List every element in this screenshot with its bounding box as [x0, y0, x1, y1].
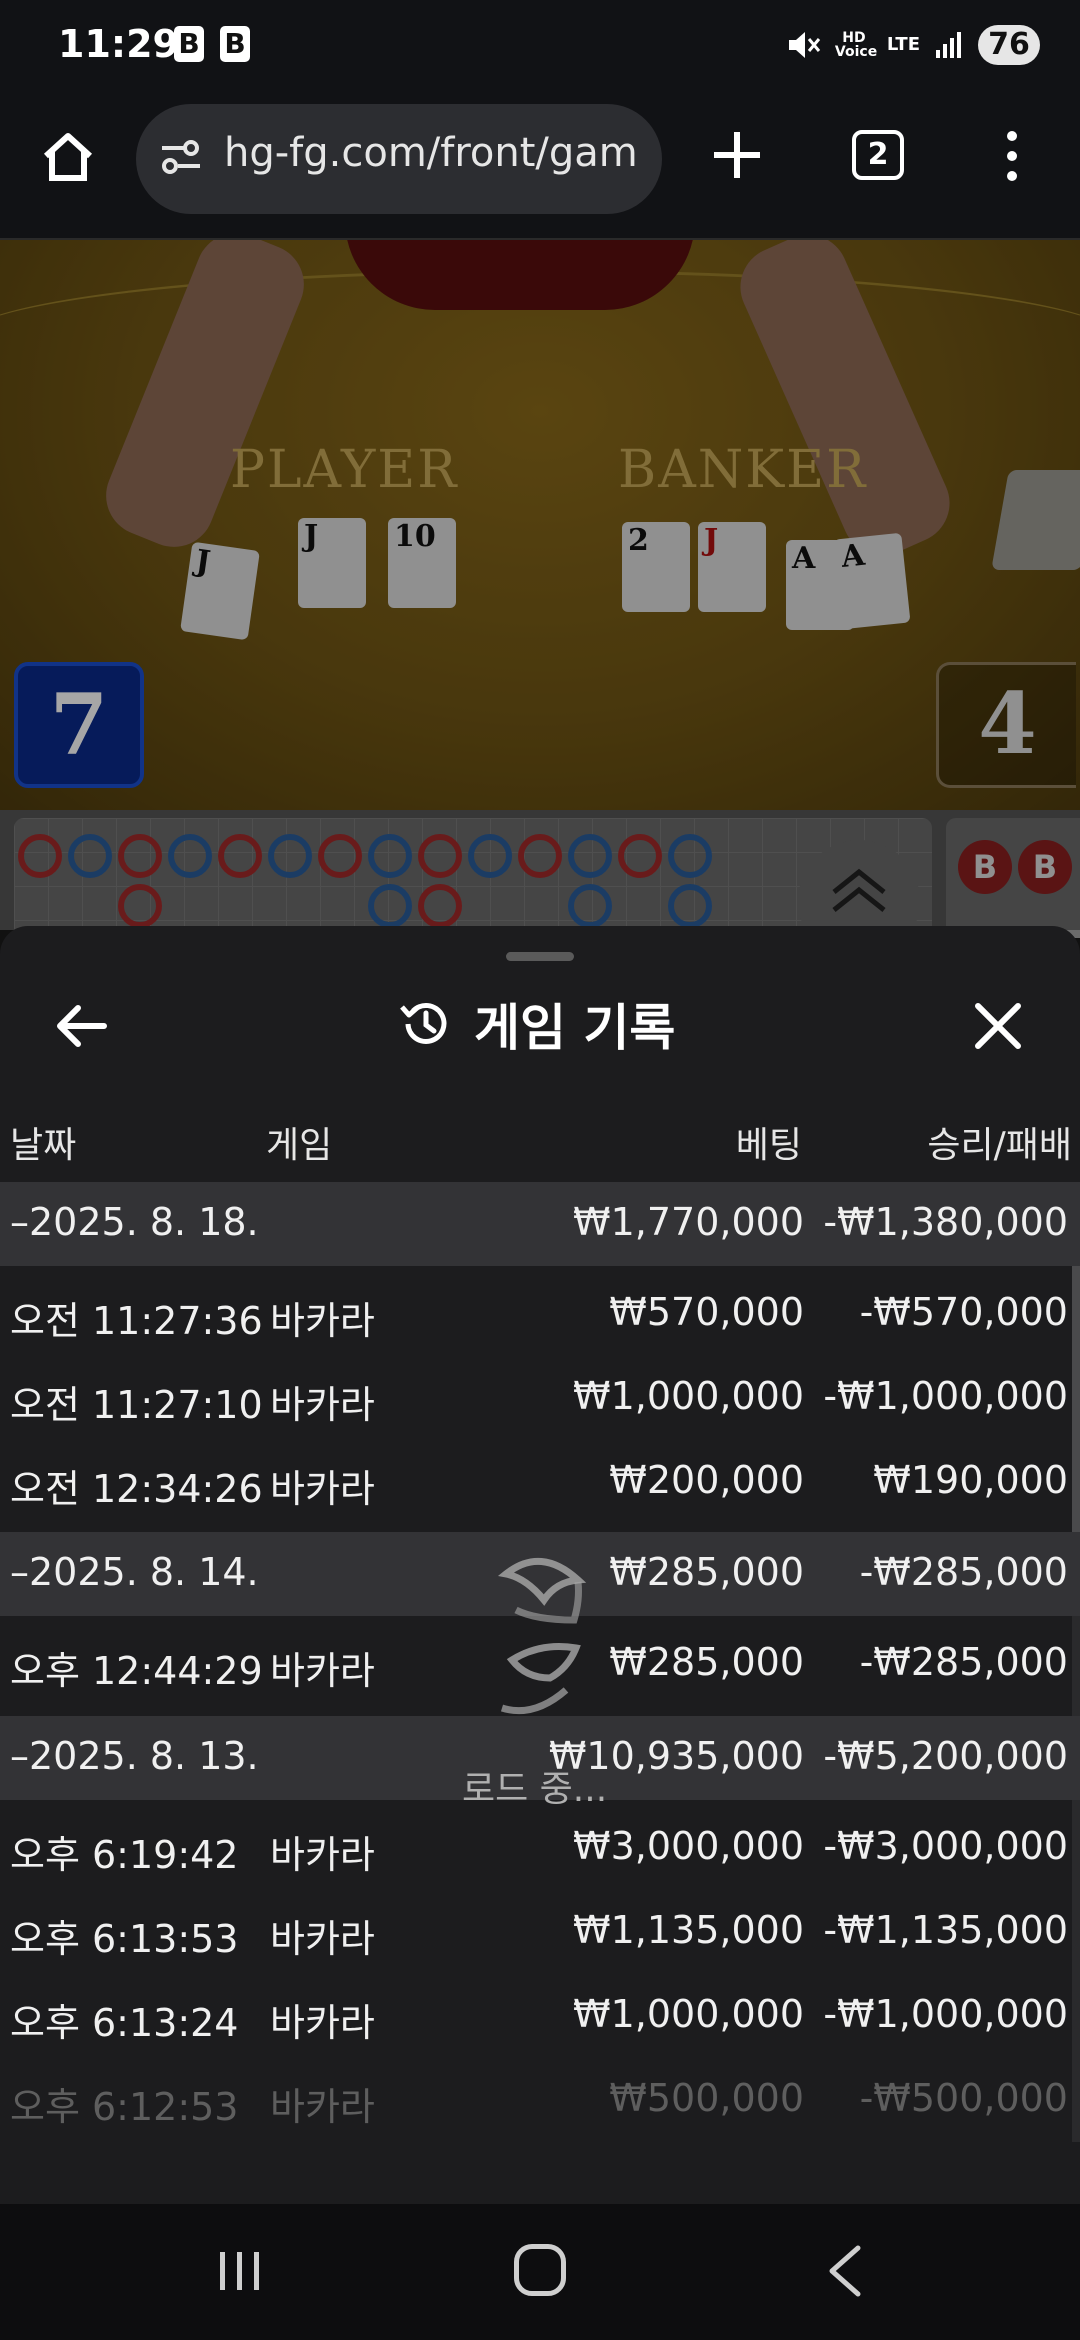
row-game: 바카라 — [270, 2085, 375, 2129]
row-result: -₩3,000,000 — [823, 1824, 1068, 1868]
battery-indicator: 76 — [978, 25, 1040, 65]
row-result: -₩1,135,000 — [823, 1908, 1068, 1952]
row-bet: ₩285,000 — [609, 1640, 804, 1684]
scrim[interactable] — [0, 240, 1080, 930]
row-result: -₩500,000 — [859, 2076, 1068, 2120]
app-badge-icon: B — [174, 26, 204, 62]
row-date: 오후 6:13:24 — [10, 2001, 239, 2045]
row-date: 오후 6:13:53 — [10, 1917, 239, 1961]
close-icon[interactable] — [968, 996, 1028, 1056]
row-result: -₩285,000 — [859, 1550, 1068, 1594]
tab-switcher-button[interactable]: 2 — [852, 130, 904, 180]
loading-text: 로드 중... — [462, 1769, 608, 1810]
row-bet: ₩1,135,000 — [573, 1908, 804, 1952]
address-bar[interactable]: hg-fg.com/front/gam — [136, 104, 662, 214]
table-row[interactable]: 오전 11:27:36 바카라 ₩570,000 -₩570,000 — [0, 1272, 1080, 1356]
arrow-left-icon[interactable] — [50, 994, 114, 1058]
hd-voice-icon: HD Voice — [834, 30, 878, 60]
row-game: 바카라 — [270, 1299, 375, 1343]
recents-icon[interactable] — [216, 2248, 264, 2294]
row-bet: ₩1,000,000 — [573, 1374, 804, 1418]
row-date: –2025. 8. 13. — [10, 1734, 259, 1778]
status-time: 11:29 — [58, 22, 179, 66]
column-header-date: 날짜 — [10, 1125, 77, 1166]
row-result: -₩1,380,000 — [823, 1200, 1068, 1244]
row-game: 바카라 — [270, 2001, 375, 2045]
row-date: 오전 12:34:26 — [10, 1467, 263, 1511]
app-badge-icon: B — [220, 26, 250, 62]
history-icon — [400, 1002, 447, 1044]
table-row[interactable]: 오후 6:19:42 바카라 ₩3,000,000 -₩3,000,000 — [0, 1806, 1080, 1890]
sheet-title-text: 게임 기록 — [474, 999, 676, 1057]
signal-icon — [936, 32, 961, 58]
url-text[interactable]: hg-fg.com/front/gam — [224, 130, 652, 176]
row-bet: ₩500,000 — [609, 2076, 804, 2120]
row-bet: ₩1,770,000 — [573, 1200, 804, 1244]
row-date: 오후 12:44:29 — [10, 1649, 263, 1693]
row-date: –2025. 8. 14. — [10, 1550, 259, 1594]
loading-spinner-icon — [497, 1558, 587, 1715]
browser-toolbar: hg-fg.com/front/gam 2 — [0, 92, 1080, 240]
row-bet: ₩1,000,000 — [573, 1992, 804, 2036]
row-game: 바카라 — [270, 1467, 375, 1511]
row-bet: ₩570,000 — [609, 1290, 804, 1334]
row-date: 오전 11:27:36 — [10, 1299, 263, 1343]
system-nav-bar — [0, 2204, 1080, 2340]
row-result: ₩190,000 — [873, 1458, 1068, 1502]
sheet-drag-handle[interactable] — [506, 952, 574, 961]
row-bet: ₩200,000 — [609, 1458, 804, 1502]
row-game: 바카라 — [270, 1649, 375, 1693]
row-date: 오전 11:27:10 — [10, 1383, 263, 1427]
plus-icon[interactable] — [706, 124, 768, 186]
row-bet: ₩3,000,000 — [573, 1824, 804, 1868]
row-result: -₩285,000 — [859, 1640, 1068, 1684]
table-row[interactable]: 오후 6:12:53 바카라 ₩500,000 -₩500,000 — [0, 2058, 1080, 2142]
row-date: 오후 6:19:42 — [10, 1833, 239, 1877]
tune-icon[interactable] — [158, 134, 204, 180]
home-icon[interactable] — [38, 126, 98, 186]
game-history-sheet: 게임 기록 날짜 게임 베팅 승리/패배 –2025. 8. 18. ₩1,77… — [0, 926, 1080, 2204]
row-result: -₩1,000,000 — [823, 1992, 1068, 2036]
row-result: -₩570,000 — [859, 1290, 1068, 1334]
table-row[interactable]: 오전 11:27:10 바카라 ₩1,000,000 -₩1,000,000 — [0, 1356, 1080, 1440]
network-type: LTE — [886, 34, 920, 55]
row-game: 바카라 — [270, 1383, 375, 1427]
home-nav-icon[interactable] — [514, 2244, 566, 2296]
back-chevron-icon[interactable] — [822, 2244, 868, 2298]
table-row[interactable]: 오후 6:13:24 바카라 ₩1,000,000 -₩1,000,000 — [0, 1974, 1080, 2058]
table-row[interactable]: 오전 12:34:26 바카라 ₩200,000 ₩190,000 — [0, 1440, 1080, 1524]
row-bet: ₩285,000 — [609, 1550, 804, 1594]
mute-icon — [788, 32, 821, 58]
status-bar: 11:29 B B HD Voice LTE 76 — [0, 0, 1080, 92]
status-icons: HD Voice LTE 76 — [785, 20, 1040, 70]
sheet-title: 게임 기록 — [396, 988, 675, 1060]
more-vert-icon[interactable] — [992, 128, 1032, 184]
column-header-bet: 베팅 — [735, 1125, 802, 1166]
row-date: 오후 6:12:53 — [10, 2085, 239, 2129]
row-game: 바카라 — [270, 1917, 375, 1961]
row-game: 바카라 — [270, 1833, 375, 1877]
row-result: -₩5,200,000 — [823, 1734, 1068, 1778]
table-row[interactable]: 오후 6:13:53 바카라 ₩1,135,000 -₩1,135,000 — [0, 1890, 1080, 1974]
row-date: –2025. 8. 18. — [10, 1200, 259, 1244]
row-result: -₩1,000,000 — [823, 1374, 1068, 1418]
column-header-result: 승리/패배 — [927, 1125, 1072, 1166]
date-group-row[interactable]: –2025. 8. 18. ₩1,770,000 -₩1,380,000 — [0, 1182, 1080, 1266]
column-header-game: 게임 — [266, 1125, 333, 1166]
